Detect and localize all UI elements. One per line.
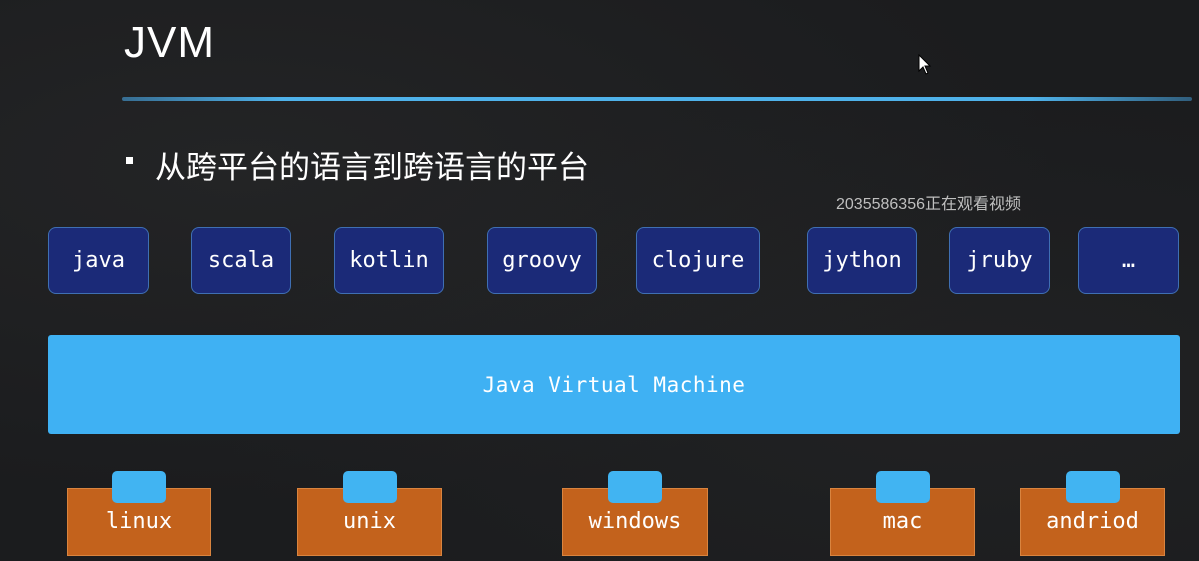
language-box-more: … <box>1078 227 1179 294</box>
jvm-label: Java Virtual Machine <box>482 372 746 397</box>
language-box-scala: scala <box>191 227 291 294</box>
platform-label: linux <box>105 509 173 534</box>
platform-box-mac: mac <box>830 471 975 556</box>
viewer-watermark: 2035586356正在观看视频 <box>836 196 1021 213</box>
platform-box-windows: windows <box>562 471 708 556</box>
language-box-kotlin: kotlin <box>334 227 444 294</box>
platform-label: andriod <box>1046 509 1139 534</box>
language-box-jython: jython <box>807 227 917 294</box>
platform-label: windows <box>588 509 682 534</box>
platform-connector <box>875 471 930 503</box>
platform-box-linux: linux <box>67 471 211 556</box>
slide: JVM 从跨平台的语言到跨语言的平台 2035586356正在观看视频 java… <box>0 0 1199 561</box>
jvm-box: Java Virtual Machine <box>48 335 1180 434</box>
platform-connector <box>608 471 662 503</box>
platform-label: mac <box>882 509 923 534</box>
platform-box-andriod: andriod <box>1020 471 1165 556</box>
platform-label: unix <box>343 509 396 534</box>
language-box-clojure: clojure <box>636 227 760 294</box>
language-box-java: java <box>48 227 149 294</box>
mouse-cursor-icon <box>918 54 932 75</box>
platform-connector <box>1065 471 1120 503</box>
slide-subtitle: 从跨平台的语言到跨语言的平台 <box>155 150 589 186</box>
language-box-jruby: jruby <box>949 227 1050 294</box>
platform-box-unix: unix <box>297 471 442 556</box>
slide-title: JVM <box>124 18 215 67</box>
platform-connector <box>342 471 397 503</box>
bullet-icon <box>126 157 133 164</box>
platform-connector <box>112 471 166 503</box>
language-box-groovy: groovy <box>487 227 597 294</box>
title-underline <box>122 97 1192 101</box>
